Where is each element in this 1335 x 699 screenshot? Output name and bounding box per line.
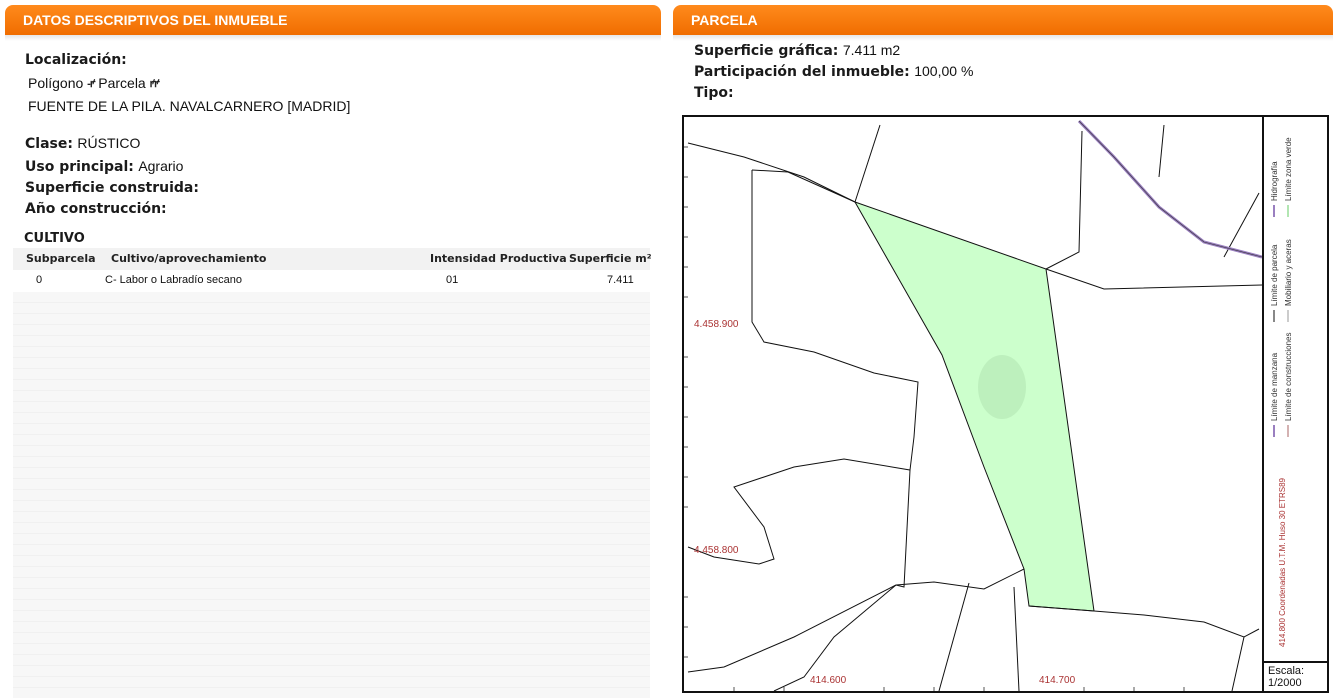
superficie-grafica-value: 7.411 m2: [842, 42, 901, 58]
scale-value: 1/2000: [1268, 677, 1302, 689]
panel-title-parcela: PARCELA: [691, 12, 758, 28]
hidden-number-icon: ꝵꝵ: [149, 78, 160, 90]
column-header: Intensidad Productiva: [430, 252, 567, 265]
anio-construccion-label: Año construcción:: [25, 201, 167, 217]
svg-text:Límite zona verde: Límite zona verde: [1284, 137, 1293, 201]
svg-text:Límite de parcela: Límite de parcela: [1270, 244, 1279, 306]
superficie-grafica-line: Superficie gráfica: 7.411 m2: [694, 42, 900, 60]
table-cell: C- Labor o Labradío secano: [105, 274, 242, 286]
column-header: Cultivo/aprovechamiento: [111, 252, 267, 265]
uso-label: Uso principal:: [25, 159, 134, 175]
svg-text:414.800 Coordenadas U.T.M. Hus: 414.800 Coordenadas U.T.M. Huso 30 ETRS8…: [1278, 477, 1287, 647]
table-cell: 01: [446, 274, 459, 286]
scale-label: Escala:: [1268, 665, 1305, 677]
svg-text:Mobiliario y aceras: Mobiliario y aceras: [1284, 239, 1293, 306]
localizacion-label: Localización:: [25, 52, 127, 68]
coord-label-y2: 4.458.800: [694, 545, 739, 556]
legend-hidrografia: Hidrografía: [1270, 161, 1279, 217]
parcel-centroid-mark: [978, 355, 1026, 419]
axis-ticks: [684, 146, 1185, 691]
legend-coordenadas: 414.800 Coordenadas U.T.M. Huso 30 ETRS8…: [1278, 477, 1287, 647]
hydrography-line-edge: [1078, 120, 1262, 258]
svg-text:Hidrografía: Hidrografía: [1270, 161, 1279, 201]
hidden-number-icon: -ꝵ: [87, 78, 95, 90]
poligono-parcela-line: Polígono -ꝵ Parcela ꝵꝵ: [28, 75, 160, 91]
svg-text:Límite de manzana: Límite de manzana: [1270, 352, 1279, 421]
coord-label-x1: 414.600: [810, 675, 847, 686]
panel-header-parcela: PARCELA: [673, 5, 1333, 35]
participacion-label: Participación del inmueble:: [694, 64, 910, 80]
poligono-label: Polígono: [28, 75, 84, 91]
table-header-row: Subparcela Cultivo/aprovechamiento Inten…: [13, 248, 652, 270]
clase-line: Clase: RÚSTICO: [25, 135, 140, 153]
participacion-value: 100,00 %: [914, 63, 974, 79]
map-canvas[interactable]: 4.458.900 4.458.800 414.600 414.700: [684, 117, 1262, 691]
clase-value: RÚSTICO: [77, 135, 141, 151]
scale-box: Escala: 1/2000: [1264, 661, 1329, 691]
table-cell: 0: [36, 274, 43, 286]
participacion-line: Participación del inmueble: 100,00 %: [694, 63, 973, 81]
cultivo-title: CULTIVO: [24, 231, 85, 246]
legend-limite-parcela: Límite de parcela: [1270, 244, 1279, 322]
superficie-grafica-label: Superficie gráfica:: [694, 43, 839, 59]
panel-title-datos: DATOS DESCRIPTIVOS DEL INMUEBLE: [23, 12, 288, 28]
legend-limite-manzana: Límite de manzana: [1270, 352, 1279, 437]
table-row: 0 C- Labor o Labradío secano 01 7.411: [13, 270, 650, 292]
parcela-label: Parcela: [98, 75, 146, 91]
uso-value: Agrario: [138, 158, 184, 174]
map-legend: Hidrografía Límite zona verde Límite de …: [1241, 117, 1329, 691]
legend-limite-construcciones: Límite de construcciones: [1284, 333, 1293, 437]
svg-text:Límite de construcciones: Límite de construcciones: [1284, 333, 1293, 422]
column-header: Superficie m²: [569, 252, 652, 265]
superficie-construida-label: Superficie construida:: [25, 180, 199, 196]
cadastral-map[interactable]: 4.458.900 4.458.800 414.600 414.700 Hidr…: [682, 115, 1329, 693]
tipo-label: Tipo:: [694, 85, 734, 101]
column-header: Subparcela: [26, 252, 96, 265]
coord-label-x2: 414.700: [1039, 675, 1076, 686]
uso-line: Uso principal: Agrario: [25, 158, 183, 176]
cultivo-table: Subparcela Cultivo/aprovechamiento Inten…: [13, 248, 652, 698]
panel-divider: [673, 35, 1333, 41]
legend-zona-verde: Límite zona verde: [1284, 137, 1293, 217]
legend-canvas: Hidrografía Límite zona verde Límite de …: [1241, 129, 1293, 647]
panel-divider: [5, 35, 661, 41]
selected-parcel[interactable]: [853, 201, 1095, 612]
legend-mobiliario: Mobiliario y aceras: [1284, 239, 1293, 322]
coord-label-y1: 4.458.900: [694, 319, 739, 330]
panel-header-datos: DATOS DESCRIPTIVOS DEL INMUEBLE: [5, 5, 661, 35]
clase-label: Clase:: [25, 136, 73, 152]
table-cell: 7.411: [607, 274, 634, 286]
hydrography-line: [1077, 119, 1262, 259]
address-text: FUENTE DE LA PILA. NAVALCARNERO [MADRID]: [28, 98, 351, 114]
